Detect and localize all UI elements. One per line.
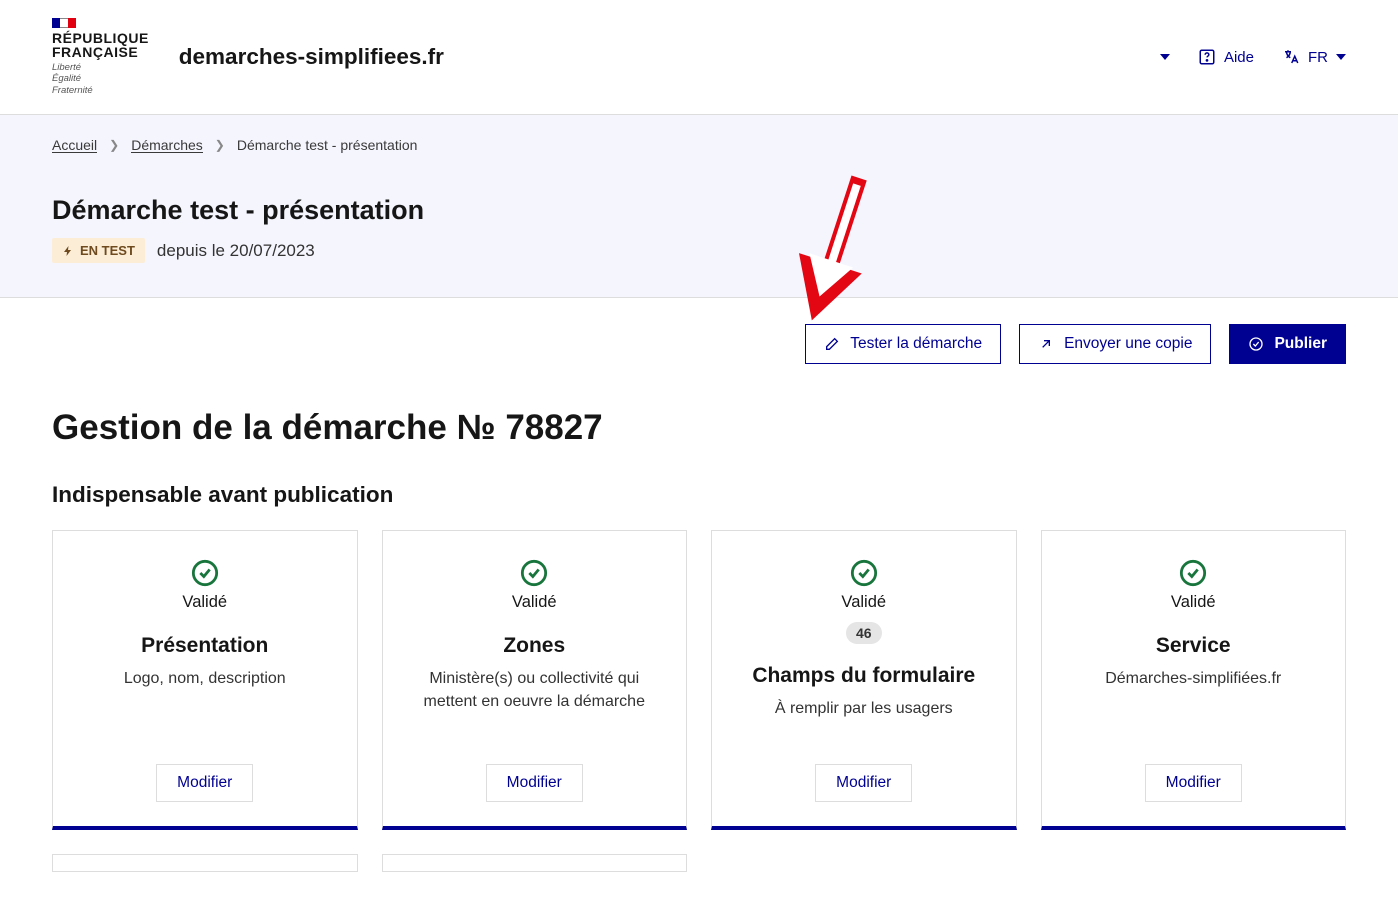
check-circle-icon: [520, 559, 548, 587]
action-bar: Tester la démarche Envoyer une copie Pub…: [52, 324, 1346, 364]
bolt-icon: [62, 245, 74, 257]
card-champs-formulaire: Validé 46 Champs du formulaire À remplir…: [711, 530, 1017, 830]
card-desc: Logo, nom, description: [124, 668, 286, 690]
help-link[interactable]: Aide: [1198, 48, 1254, 66]
status-badge: EN TEST: [52, 238, 145, 263]
check-circle-icon: [1248, 336, 1264, 352]
card-stub: [52, 854, 358, 872]
cards-grid-row2: [52, 854, 1346, 872]
main-content: Tester la démarche Envoyer une copie Pub…: [0, 298, 1398, 912]
cards-grid: Validé Présentation Logo, nom, descripti…: [52, 530, 1346, 830]
status-label: Validé: [1171, 593, 1216, 612]
motto-egalite: Égalité: [52, 73, 149, 84]
card-zones: Validé Zones Ministère(s) ou collectivit…: [382, 530, 688, 830]
card-stub: [382, 854, 688, 872]
breadcrumb: Accueil ❯ Démarches ❯ Démarche test - pr…: [52, 137, 1346, 153]
modify-button[interactable]: Modifier: [1145, 764, 1242, 802]
motto-liberte: Liberté: [52, 62, 149, 73]
arrow-up-right-icon: [1038, 336, 1054, 352]
context-band: Accueil ❯ Démarches ❯ Démarche test - pr…: [0, 115, 1398, 298]
tricolor-icon: [52, 18, 76, 28]
status-label: Validé: [512, 593, 557, 612]
card-title: Champs du formulaire: [752, 664, 975, 688]
main-heading: Gestion de la démarche № 78827: [52, 408, 1346, 448]
card-title: Service: [1156, 634, 1231, 658]
help-label: Aide: [1224, 49, 1254, 66]
lang-label: FR: [1308, 49, 1328, 66]
publish-button[interactable]: Publier: [1229, 324, 1346, 364]
card-title: Zones: [503, 634, 565, 658]
modify-button[interactable]: Modifier: [156, 764, 253, 802]
breadcrumb-demarches[interactable]: Démarches: [131, 137, 203, 153]
check-circle-icon: [191, 559, 219, 587]
brand-title[interactable]: demarches-simplifiees.fr: [179, 44, 444, 70]
card-desc: Démarches-simplifiées.fr: [1105, 668, 1281, 690]
modify-button[interactable]: Modifier: [486, 764, 583, 802]
test-demarche-button[interactable]: Tester la démarche: [805, 324, 1001, 364]
check-circle-icon: [850, 559, 878, 587]
motto-fraternite: Fraternité: [52, 85, 149, 96]
site-header: RÉPUBLIQUE FRANÇAISE Liberté Égalité Fra…: [0, 0, 1398, 115]
language-selector[interactable]: FR: [1282, 48, 1346, 66]
send-copy-button[interactable]: Envoyer une copie: [1019, 324, 1211, 364]
test-label: Tester la démarche: [850, 335, 982, 353]
since-text: depuis le 20/07/2023: [157, 241, 315, 261]
card-desc: Ministère(s) ou collectivité qui mettent…: [403, 668, 667, 713]
gov-logo: RÉPUBLIQUE FRANÇAISE Liberté Égalité Fra…: [52, 18, 149, 96]
card-presentation: Validé Présentation Logo, nom, descripti…: [52, 530, 358, 830]
card-desc: À remplir par les usagers: [775, 698, 953, 720]
translate-icon: [1282, 48, 1300, 66]
chevron-right-icon: ❯: [215, 138, 225, 152]
publish-label: Publier: [1274, 335, 1327, 353]
section-heading: Indispensable avant publication: [52, 482, 1346, 508]
chevron-down-icon: [1336, 54, 1346, 60]
status-label: Validé: [841, 593, 886, 612]
help-icon: [1198, 48, 1216, 66]
breadcrumb-home[interactable]: Accueil: [52, 137, 97, 153]
breadcrumb-current: Démarche test - présentation: [237, 137, 418, 153]
logo-line2: FRANÇAISE: [52, 45, 149, 59]
logo-line1: RÉPUBLIQUE: [52, 31, 149, 45]
pencil-icon: [824, 336, 840, 352]
card-title: Présentation: [141, 634, 268, 658]
chevron-right-icon: ❯: [109, 138, 119, 152]
user-menu[interactable]: [1160, 54, 1170, 60]
send-copy-label: Envoyer une copie: [1064, 335, 1192, 353]
badge-label: EN TEST: [80, 243, 135, 258]
page-title: Démarche test - présentation: [52, 195, 1346, 226]
chevron-down-icon: [1160, 54, 1170, 60]
card-service: Validé Service Démarches-simplifiées.fr …: [1041, 530, 1347, 830]
field-count: 46: [846, 622, 882, 644]
status-label: Validé: [182, 593, 227, 612]
modify-button[interactable]: Modifier: [815, 764, 912, 802]
check-circle-icon: [1179, 559, 1207, 587]
